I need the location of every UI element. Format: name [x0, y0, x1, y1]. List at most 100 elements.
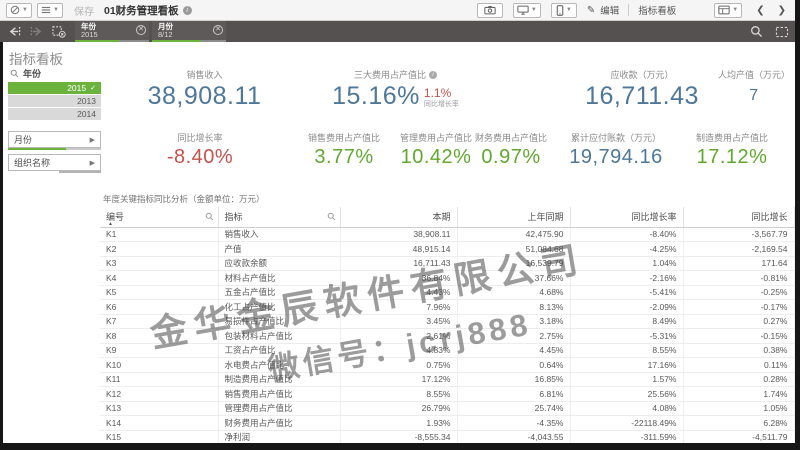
- row-indicator-cell[interactable]: 包装材料占产值比: [218, 329, 340, 344]
- device-preview-button[interactable]: ▼: [551, 3, 577, 18]
- row-id-cell[interactable]: K10: [100, 358, 218, 373]
- table-row[interactable]: K9工资占产值比4.83%4.45%8.55%0.38%: [100, 343, 794, 358]
- col-header-indicator[interactable]: 指标: [218, 207, 340, 227]
- listbox-header[interactable]: 年份: [8, 66, 101, 81]
- table-row[interactable]: K1销售收入38,908.1142,475.90-8.40%-3,567.79: [100, 227, 794, 242]
- row-value-cell: 0.64%: [457, 358, 570, 373]
- storytelling-button[interactable]: ▼: [513, 3, 541, 18]
- selections-tool-icon[interactable]: [774, 25, 790, 39]
- remove-filter-icon[interactable]: ✕: [213, 25, 223, 35]
- row-id-cell[interactable]: K7: [100, 314, 218, 329]
- table-row[interactable]: K10水电费占产值比0.75%0.64%17.16%0.11%: [100, 358, 794, 373]
- row-indicator-cell[interactable]: 材料占产值比: [218, 271, 340, 286]
- sheet-navigator-button[interactable]: ▼: [714, 3, 742, 18]
- kpi-value: 7: [714, 81, 794, 111]
- camera-icon: [484, 5, 496, 15]
- row-indicator-cell[interactable]: 销售费用占产值比: [218, 387, 340, 402]
- column-search-icon[interactable]: [327, 212, 336, 223]
- row-id-cell[interactable]: K5: [100, 285, 218, 300]
- listbox-item-2013[interactable]: 2013: [8, 95, 101, 107]
- table-row[interactable]: K4材料占产值比36.84%37.66%-2.16%-0.81%: [100, 271, 794, 286]
- row-value-cell: -2,169.54: [683, 242, 794, 257]
- filter-chip-month[interactable]: 月份 8/12 ✕: [152, 21, 226, 42]
- table-row[interactable]: K13管理费用占产值比26.79%25.74%4.08%1.05%: [100, 401, 794, 416]
- table-row[interactable]: K14财务费用占产值比1.93%-4.35%-22118.49%6.28%: [100, 416, 794, 431]
- row-id-cell[interactable]: K2: [100, 242, 218, 257]
- row-indicator-cell[interactable]: 工资占产值比: [218, 343, 340, 358]
- table-row[interactable]: K3应收款余额16,711.4316,539.791.04%171.64: [100, 256, 794, 271]
- app-info-icon[interactable]: i: [183, 6, 192, 15]
- filter-label: 月份: [14, 133, 32, 146]
- step-forward-icon[interactable]: [28, 25, 44, 39]
- step-back-icon[interactable]: [6, 25, 22, 39]
- next-sheet-button[interactable]: ❯: [774, 5, 790, 16]
- app-window: ▼ ▼ 保存 01财务管理看板 i ▼ ▼ ✎ 编辑 指标看板: [0, 0, 800, 450]
- column-search-icon[interactable]: [205, 212, 214, 223]
- global-menu-button[interactable]: ▼: [6, 3, 32, 18]
- row-id-cell[interactable]: K12: [100, 387, 218, 402]
- row-value-cell: 25.56%: [570, 387, 683, 402]
- selection-state-bar: [8, 171, 101, 173]
- col-header-id[interactable]: 编号 ▲: [100, 207, 218, 227]
- info-icon[interactable]: i: [429, 71, 437, 79]
- filter-chip-year[interactable]: 年份 2015 ✕: [75, 21, 149, 42]
- kpi-comparison-table: 年度关键指标同比分析（金额单位：万元） 编号 ▲ 指标: [100, 193, 794, 445]
- row-indicator-cell[interactable]: 化工占产值比: [218, 300, 340, 315]
- table-row[interactable]: K12销售费用占产值比8.55%6.81%25.56%1.74%: [100, 387, 794, 402]
- row-value-cell: 4.43%: [340, 285, 457, 300]
- remove-filter-icon[interactable]: ✕: [136, 25, 146, 35]
- table-row[interactable]: K5五金占产值比4.43%4.68%-5.41%-0.25%: [100, 285, 794, 300]
- col-header-yoy-growth[interactable]: 同比增长: [683, 207, 794, 227]
- filter-collapsed-month[interactable]: 月份 ▶: [8, 131, 101, 148]
- row-indicator-cell[interactable]: 产值: [218, 242, 340, 257]
- clear-selections-icon[interactable]: [50, 25, 66, 39]
- col-header-current[interactable]: 本期: [340, 207, 457, 227]
- kpi-title: 同比增长率: [125, 133, 275, 144]
- table-row[interactable]: K8包装材料占产值比2.61%2.75%-5.31%-0.15%: [100, 329, 794, 344]
- row-value-cell: 38,908.11: [340, 227, 457, 242]
- row-indicator-cell[interactable]: 制造费用占产值比: [218, 372, 340, 387]
- row-indicator-cell[interactable]: 管理费用占产值比: [218, 401, 340, 416]
- col-header-yoy-rate[interactable]: 同比增长率: [570, 207, 683, 227]
- row-id-cell[interactable]: K8: [100, 329, 218, 344]
- row-id-cell[interactable]: K11: [100, 372, 218, 387]
- col-header-prior-year[interactable]: 上年同期: [457, 207, 570, 227]
- edit-button[interactable]: 编辑: [600, 3, 619, 17]
- row-id-cell[interactable]: K14: [100, 416, 218, 431]
- kpi-per-capita-output: 人均产值（万元） 7: [714, 70, 794, 111]
- table-row[interactable]: K6化工占产值比7.96%8.13%-2.09%-0.17%: [100, 300, 794, 315]
- row-indicator-cell[interactable]: 应收款余额: [218, 256, 340, 271]
- row-id-cell[interactable]: K6: [100, 300, 218, 315]
- row-id-cell[interactable]: K9: [100, 343, 218, 358]
- save-button[interactable]: 保存: [74, 3, 94, 18]
- table-row[interactable]: K11制造费用占产值比17.12%16.85%1.57%0.28%: [100, 372, 794, 387]
- kpi-value: 15.16%: [332, 81, 420, 111]
- row-indicator-cell[interactable]: 财务费用占产值比: [218, 416, 340, 431]
- listbox-title: 年份: [23, 67, 41, 80]
- row-id-cell[interactable]: K4: [100, 271, 218, 286]
- table-row[interactable]: K7易损件占产值比3.45%3.18%8.49%0.27%: [100, 314, 794, 329]
- previous-sheet-button[interactable]: ❮: [752, 5, 768, 16]
- listbox-item-label: 2015: [67, 83, 86, 93]
- row-value-cell: 8.13%: [457, 300, 570, 315]
- chevron-right-icon: ▶: [90, 159, 95, 167]
- app-options-button[interactable]: ▼: [37, 3, 63, 18]
- row-id-cell[interactable]: K3: [100, 256, 218, 271]
- row-indicator-cell[interactable]: 五金占产值比: [218, 285, 340, 300]
- circle-menu-icon: [10, 5, 20, 15]
- listbox-item-2015[interactable]: 2015 ✓: [8, 82, 101, 94]
- row-id-cell[interactable]: K13: [100, 401, 218, 416]
- filter-collapsed-org[interactable]: 组织名称 ▶: [8, 154, 101, 171]
- filter-label: 组织名称: [14, 156, 50, 169]
- row-indicator-cell[interactable]: 易损件占产值比: [218, 314, 340, 329]
- row-indicator-cell[interactable]: 销售收入: [218, 227, 340, 242]
- table-row[interactable]: K2产值48,915.1451,084.68-4.25%-2,169.54: [100, 242, 794, 257]
- row-id-cell[interactable]: K1: [100, 227, 218, 242]
- listbox-item-2014[interactable]: 2014: [8, 108, 101, 120]
- row-indicator-cell[interactable]: 水电费占产值比: [218, 358, 340, 373]
- chevron-down-icon: ▼: [531, 7, 537, 13]
- smart-search-icon[interactable]: [748, 25, 764, 39]
- kpi-value: 17.12%: [666, 144, 798, 170]
- row-value-cell: 17.12%: [340, 372, 457, 387]
- snapshot-button[interactable]: [477, 3, 503, 18]
